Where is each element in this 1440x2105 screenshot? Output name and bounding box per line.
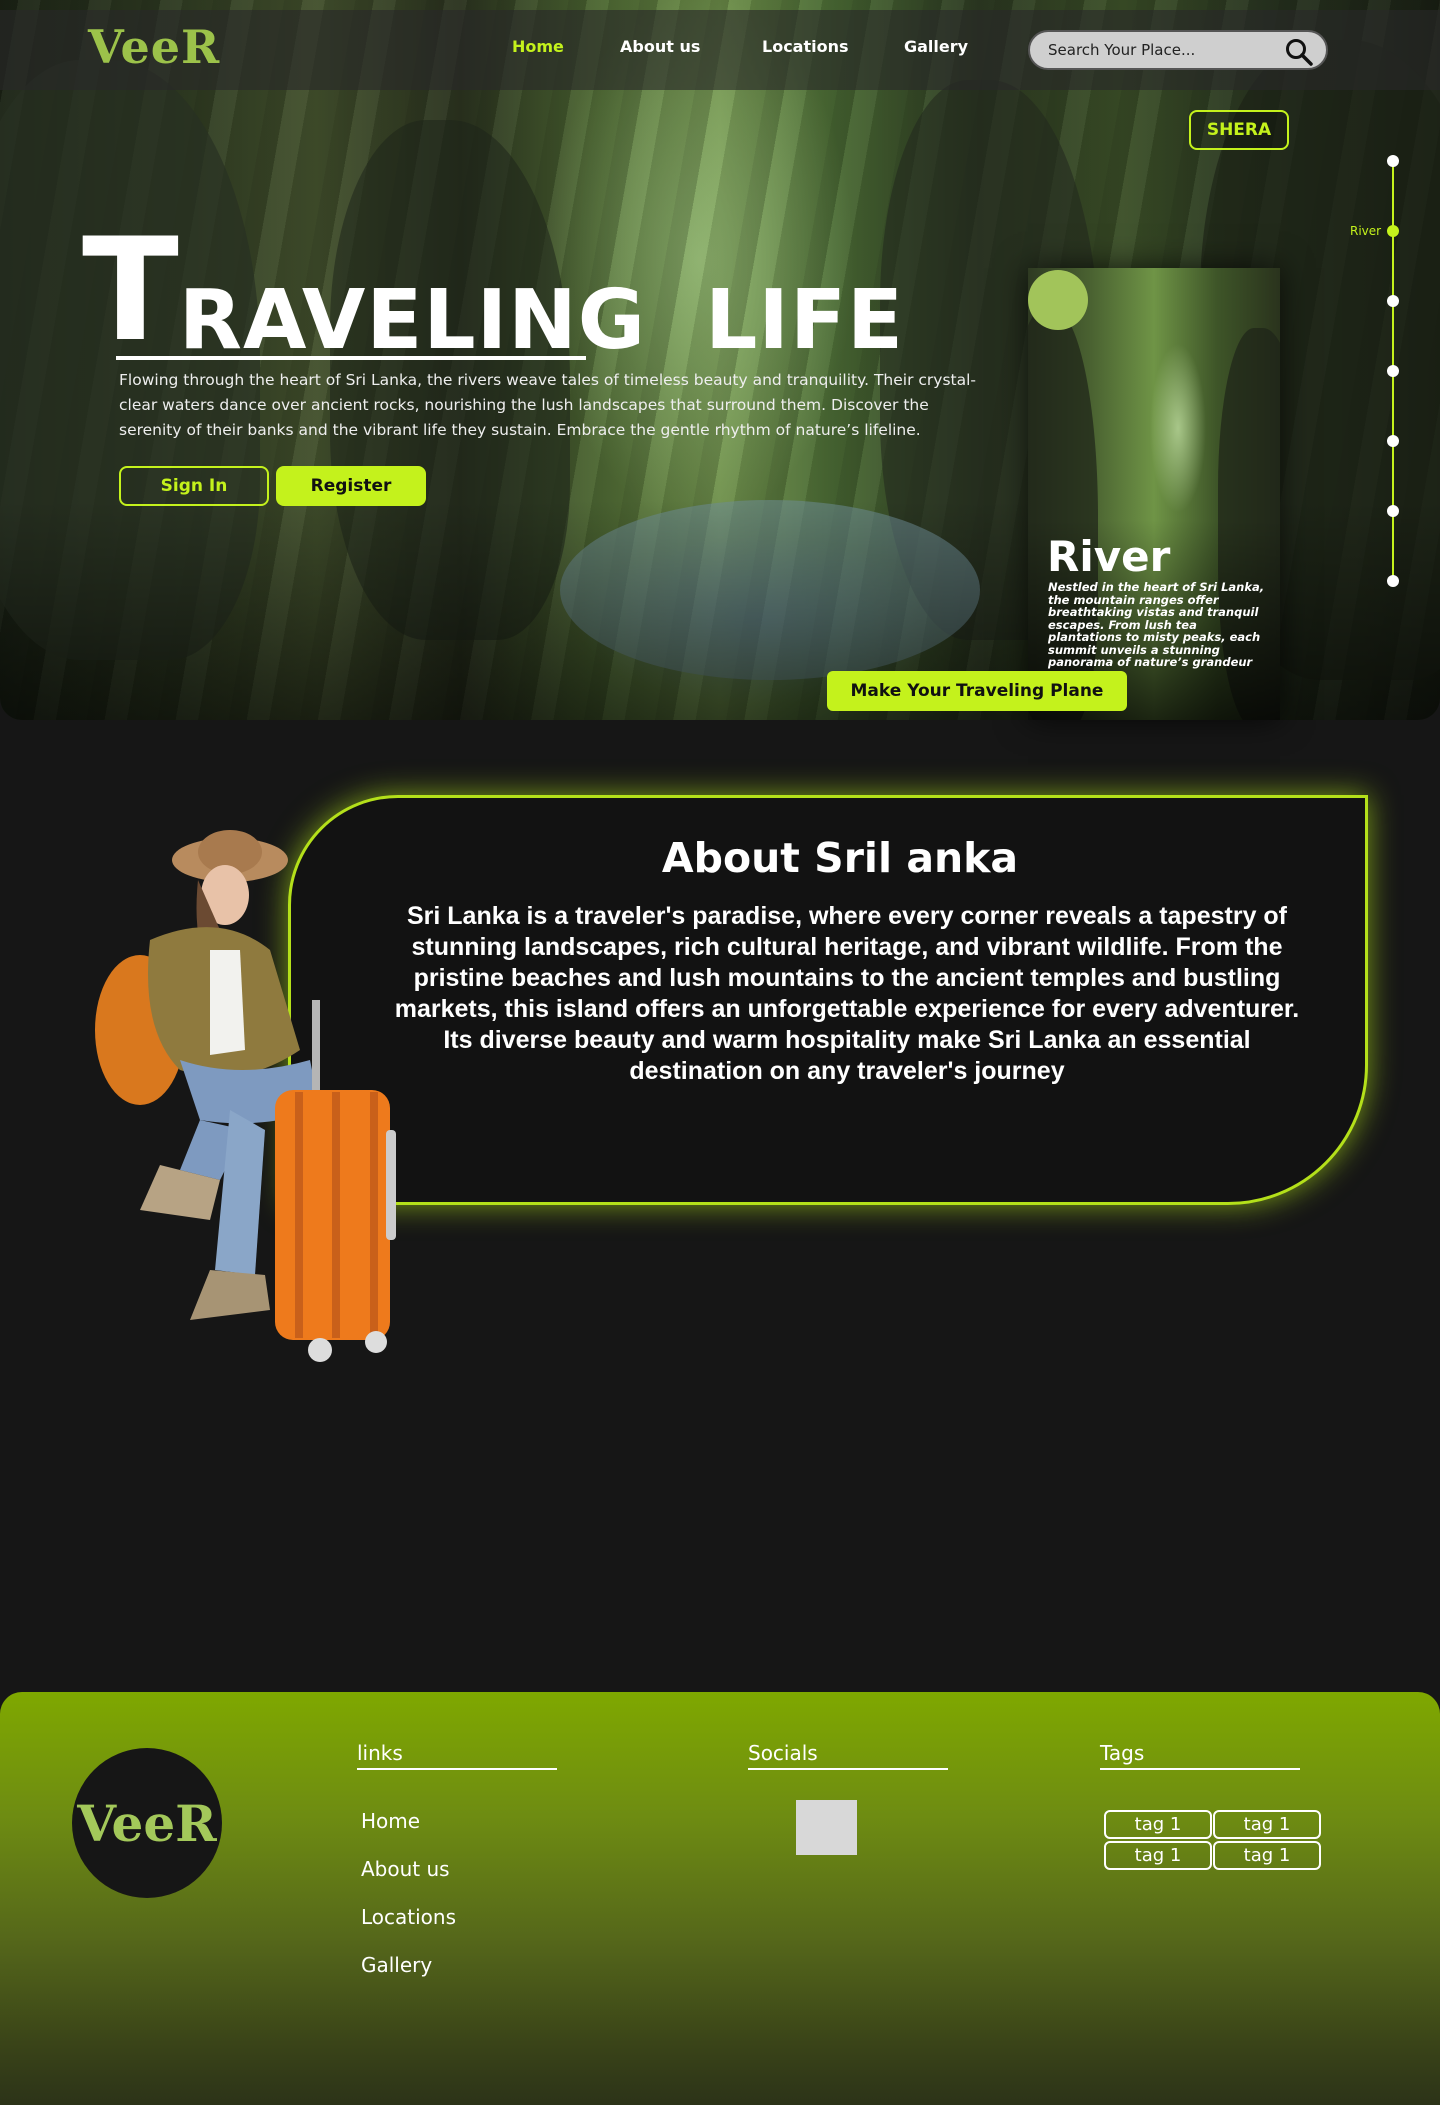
tag-chip[interactable]: tag 1 [1213,1841,1321,1870]
timeline-dot[interactable] [1387,295,1399,307]
title-underline [116,356,586,360]
nav-gallery[interactable]: Gallery [904,37,968,56]
hero-title-rest: RAVELING LIFE [178,273,904,368]
brand-logo[interactable]: VeeR [88,20,220,74]
footer-link-about-us[interactable]: About us [361,1857,450,1881]
nav-about-us[interactable]: About us [620,37,700,56]
plan-trip-button[interactable]: Make Your Traveling Plane [827,671,1127,711]
shera-button[interactable]: SHERA [1189,110,1289,150]
about-text: Sri Lanka is a traveler's paradise, wher… [394,902,1300,1085]
timeline-dot[interactable] [1387,505,1399,517]
footer [0,1692,1440,2105]
about-title: About Sril anka [661,834,1019,882]
timeline-dot[interactable] [1387,155,1399,167]
river-water [560,500,980,680]
search-icon[interactable] [1284,37,1314,67]
footer-link-locations[interactable]: Locations [361,1905,456,1929]
traveler-with-suitcase-image [95,830,396,1362]
timeline-dot[interactable] [1387,365,1399,377]
top-navbar: VeeR Home About us Locations Gallery [0,10,1440,90]
card-accent-circle [1028,270,1088,330]
footer-logo[interactable]: VeeR [72,1748,222,1898]
card-title: River [1047,532,1171,581]
footer-links-heading: links [357,1741,403,1765]
register-button[interactable]: Register [276,466,426,506]
hero-title: TRAVELING LIFE [82,220,904,362]
nav-locations[interactable]: Locations [762,37,849,56]
footer-link-gallery[interactable]: Gallery [361,1953,432,1977]
tag-chip[interactable]: tag 1 [1104,1810,1212,1839]
footer-socials-heading: Socials [748,1741,818,1765]
footer-divider [357,1768,557,1770]
footer-tags-heading: Tags [1100,1741,1145,1765]
hero-description: Flowing through the heart of Sri Lanka, … [119,371,976,439]
footer-divider [748,1768,948,1770]
tag-chip[interactable]: tag 1 [1213,1810,1321,1839]
timeline-dot[interactable] [1387,575,1399,587]
sign-in-button[interactable]: Sign In [119,466,269,506]
social-icon-placeholder[interactable] [796,1800,857,1855]
nav-home[interactable]: Home [512,37,564,56]
tag-chip[interactable]: tag 1 [1104,1841,1212,1870]
timeline-dot[interactable] [1387,435,1399,447]
footer-divider [1100,1768,1300,1770]
card-description: Nestled in the heart of Sri Lanka, the m… [1048,580,1265,669]
timeline-active-label: River [1350,224,1382,238]
search-bar [1028,30,1328,70]
footer-link-home[interactable]: Home [361,1809,420,1833]
timeline-dot-active[interactable] [1387,225,1399,237]
search-input[interactable] [1048,41,1278,59]
hero-title-initial: T [82,208,179,373]
